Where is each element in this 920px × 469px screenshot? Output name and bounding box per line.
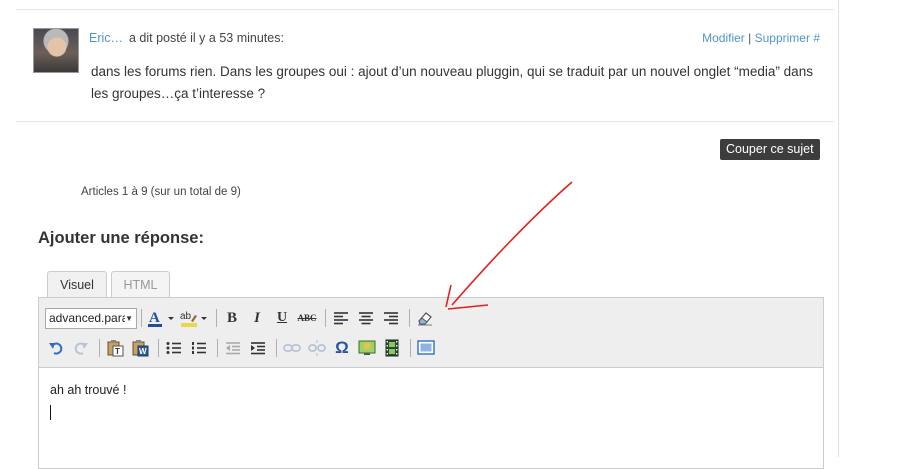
strikethrough-icon[interactable]: ABC	[296, 307, 318, 329]
align-center-icon[interactable]	[355, 307, 377, 329]
toolbar-separator	[158, 339, 159, 357]
indent-icon[interactable]	[247, 337, 269, 359]
split-topic-button[interactable]: Couper ce sujet	[720, 139, 820, 160]
bullet-list-icon[interactable]	[163, 337, 185, 359]
toolbar-separator	[276, 339, 277, 357]
toolbar-row-1: advanced.paragraph ▼ A ab	[45, 306, 439, 330]
media-icon[interactable]	[381, 337, 403, 359]
highlight-glyph: ab	[180, 311, 192, 322]
link-icon[interactable]	[281, 337, 303, 359]
editor-content[interactable]: ah ah trouvé !	[50, 383, 126, 397]
tab-visual[interactable]: Visuel	[47, 271, 107, 299]
rich-text-editor: advanced.paragraph ▼ A ab	[38, 297, 824, 469]
post-meta: a dit posté il y a 53 minutes:	[129, 31, 284, 45]
toolbar-separator	[99, 339, 100, 357]
fullscreen-icon[interactable]	[415, 337, 437, 359]
eraser-icon[interactable]	[414, 307, 436, 329]
editor-toolbar: advanced.paragraph ▼ A ab	[39, 298, 823, 368]
bold-icon[interactable]: B	[221, 307, 243, 329]
toolbar-separator	[409, 309, 410, 327]
highlight-color-icon[interactable]: ab	[179, 307, 209, 329]
align-left-icon[interactable]	[330, 307, 352, 329]
numbered-list-icon[interactable]	[188, 337, 210, 359]
reply-title: Ajouter une réponse:	[38, 229, 204, 247]
text-color-glyph: A	[149, 310, 160, 326]
content-border	[838, 0, 839, 457]
toolbar-separator	[141, 309, 142, 327]
text-cursor	[50, 405, 51, 420]
chevron-down-icon: ▼	[125, 313, 133, 323]
italic-icon[interactable]: I	[246, 307, 268, 329]
author-link[interactable]: Eric…	[89, 31, 123, 45]
toolbar-separator	[216, 309, 217, 327]
pagination-info: Articles 1 à 9 (sur un total de 9)	[81, 186, 241, 198]
edit-link[interactable]: Modifier	[702, 31, 745, 45]
paste-word-icon[interactable]: W	[129, 337, 151, 359]
avatar[interactable]	[33, 28, 79, 73]
undo-icon[interactable]	[45, 337, 67, 359]
outdent-icon[interactable]	[222, 337, 244, 359]
post-divider	[16, 121, 834, 122]
align-right-icon[interactable]	[380, 307, 402, 329]
format-select[interactable]: advanced.paragraph ▼	[45, 307, 137, 329]
toolbar-row-2: T W Ω	[45, 336, 440, 360]
top-divider	[16, 9, 834, 10]
toolbar-separator	[325, 309, 326, 327]
paste-text-icon[interactable]: T	[104, 337, 126, 359]
tab-html[interactable]: HTML	[111, 271, 170, 298]
image-icon[interactable]	[356, 337, 378, 359]
post-body: dans les forums rien. Dans les groupes o…	[91, 64, 813, 101]
post-actions: Modifier | Supprimer #	[702, 31, 820, 45]
format-select-value: advanced.paragraph	[49, 311, 125, 325]
toolbar-separator	[410, 339, 411, 357]
svg-text:W: W	[139, 347, 147, 356]
svg-text:T: T	[115, 347, 120, 356]
toolbar-separator	[217, 339, 218, 357]
actions-separator: |	[748, 31, 752, 45]
text-color-icon[interactable]: A	[146, 307, 176, 329]
permalink[interactable]: #	[813, 31, 820, 45]
redo-icon[interactable]	[70, 337, 92, 359]
omega-icon[interactable]: Ω	[331, 337, 353, 359]
underline-icon[interactable]: U	[271, 307, 293, 329]
unlink-icon[interactable]	[306, 337, 328, 359]
delete-link[interactable]: Supprimer	[755, 31, 810, 45]
